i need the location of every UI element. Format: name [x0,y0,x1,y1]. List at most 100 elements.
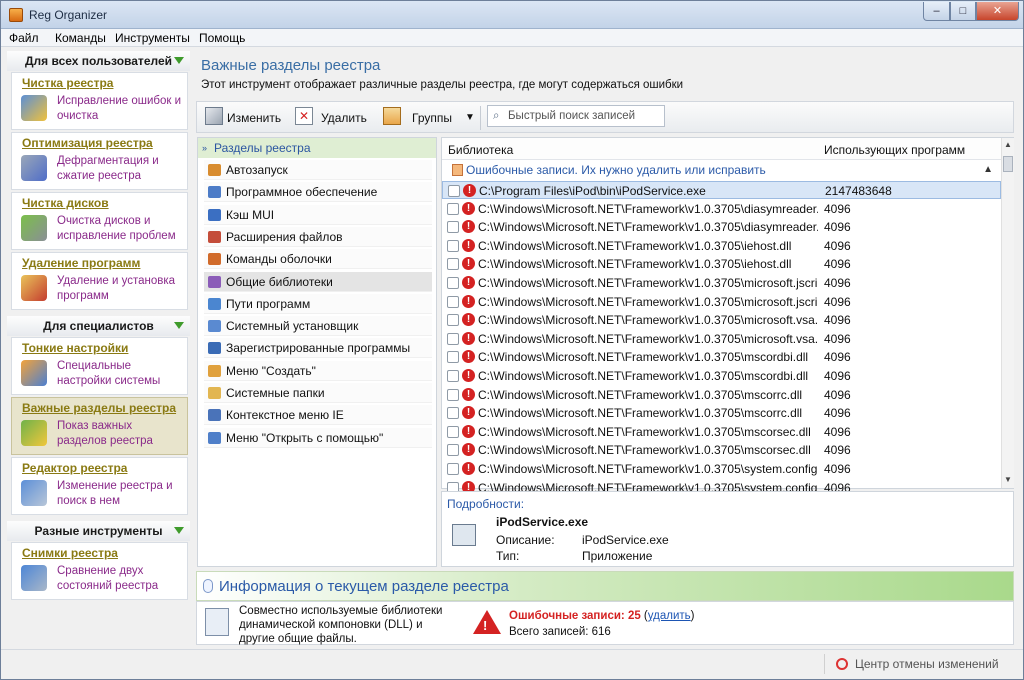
column-programs-count[interactable]: Использующих программ [824,143,965,157]
collapse-group-icon[interactable]: ▲ [983,161,993,179]
tool-disk-clean[interactable]: Чистка дисков Очистка дисков и исправлен… [11,192,188,250]
menu-file[interactable]: Файл [9,31,39,45]
scroll-thumb[interactable] [1003,156,1013,172]
section-misc-tools[interactable]: Разные инструменты [7,521,190,541]
tool-important-keys[interactable]: Важные разделы реестра Показ важных разд… [11,397,188,455]
table-row[interactable]: ! C:\Windows\Microsoft.NET\Framework\v1.0… [442,386,1001,404]
tool-title[interactable]: Чистка дисков [22,196,109,210]
groups-button[interactable]: Группы [412,109,452,127]
tool-title[interactable]: Оптимизация реестра [22,136,153,150]
category-item[interactable]: Меню "Создать" [204,360,432,381]
category-item[interactable]: Системные папки [204,383,432,403]
row-checkbox[interactable] [447,202,459,215]
tool-title[interactable]: Тонкие настройки [22,341,128,355]
menu-commands[interactable]: Команды [55,31,106,45]
row-checkbox[interactable] [447,463,459,475]
category-item[interactable]: Пути программ [204,293,432,314]
tool-desc[interactable]: Дефрагментация и сжатие реестра [57,154,185,184]
table-row[interactable]: ! C:\Windows\Microsoft.NET\Framework\v1.0… [442,293,1001,311]
table-row[interactable]: ! C:\Windows\Microsoft.NET\Framework\v1.0… [442,423,1001,441]
category-item[interactable]: Команды оболочки [204,249,432,270]
category-item[interactable]: Меню "Открыть с помощью" [204,427,432,448]
column-library[interactable]: Библиотека [448,143,513,157]
edit-button[interactable]: Изменить [227,109,281,127]
category-item[interactable]: Кэш MUI [204,204,432,225]
tool-registry-editor[interactable]: Редактор реестра Изменение реестра и пои… [11,457,188,515]
delete-button[interactable]: Удалить [321,109,367,127]
quick-search-input[interactable]: ⌕ Быстрый поиск записей [487,105,665,127]
scroll-down-icon[interactable]: ▼ [1004,475,1012,484]
section-all-users[interactable]: Для всех пользователей [7,51,190,71]
categories-header[interactable]: » Разделы реестра [198,138,436,158]
menu-tools[interactable]: Инструменты [115,31,190,45]
lightbulb-icon [203,579,213,593]
table-row[interactable]: ! C:\Windows\Microsoft.NET\Framework\v1.0… [442,330,1001,348]
table-row[interactable]: ! C:\Windows\Microsoft.NET\Framework\v1.0… [442,237,1001,255]
tool-title[interactable]: Удаление программ [22,256,140,270]
row-checkbox[interactable] [447,239,459,252]
table-row[interactable]: ! C:\Windows\Microsoft.NET\Framework\v1.0… [442,367,1001,385]
tool-desc[interactable]: Удаление и установка программ [57,274,185,304]
app-window: Reg Organizer – □ ✕ Файл Команды Инструм… [0,0,1024,680]
info-panel: Совместно используемые библиотеки динами… [196,601,1014,645]
close-button[interactable]: ✕ [976,2,1019,21]
table-row[interactable]: ! C:\Windows\Microsoft.NET\Framework\v1.0… [442,441,1001,459]
error-group-row[interactable]: Ошибочные записи. Их нужно удалить или и… [442,161,1001,179]
row-checkbox[interactable] [448,185,460,197]
table-row[interactable]: ! C:\Windows\Microsoft.NET\Framework\v1.0… [442,404,1001,422]
table-row[interactable]: ! C:\Windows\Microsoft.NET\Framework\v1.0… [442,274,1001,292]
programs-count: 4096 [824,201,851,216]
table-scrollbar[interactable]: ▲ ▼ [1001,138,1014,488]
category-item[interactable]: Программное обеспечение [204,182,432,203]
minimize-button[interactable]: – [923,2,950,21]
scroll-up-icon[interactable]: ▲ [1004,140,1012,149]
delete-errors-link[interactable]: удалить [648,610,691,622]
tool-title[interactable]: Редактор реестра [22,461,127,475]
row-checkbox[interactable] [447,370,459,382]
category-item[interactable]: Расширения файлов [204,226,432,247]
table-row[interactable]: ! C:\Windows\Microsoft.NET\Framework\v1.0… [442,348,1001,366]
tool-desc[interactable]: Сравнение двух состояний реестра [57,564,185,594]
groups-dropdown-icon[interactable]: ▼ [465,109,475,127]
table-row[interactable]: ! C:\Windows\Microsoft.NET\Framework\v1.0… [442,311,1001,329]
tool-tweaks[interactable]: Тонкие настройки Специальные настройки с… [11,337,188,395]
tool-registry-clean[interactable]: Чистка реестра Исправление ошибок и очис… [11,72,188,130]
tool-snapshots[interactable]: Снимки реестра Сравнение двух состояний … [11,542,188,600]
row-checkbox[interactable] [447,295,459,308]
category-item[interactable]: Зарегистрированные программы [204,338,432,359]
row-checkbox[interactable] [447,332,459,345]
tool-desc[interactable]: Изменение реестра и поиск в нем [57,479,185,509]
table-row[interactable]: ! C:\Windows\Microsoft.NET\Framework\v1.0… [442,460,1001,478]
tool-title[interactable]: Снимки реестра [22,546,118,560]
category-item[interactable]: Системный установщик [204,316,432,337]
tool-title[interactable]: Чистка реестра [22,76,113,90]
row-checkbox[interactable] [447,444,459,457]
menu-help[interactable]: Помощь [199,31,245,45]
table-row[interactable]: ! C:\Windows\Microsoft.NET\Framework\v1.0… [442,218,1001,236]
tool-desc[interactable]: Показ важных разделов реестра [57,419,185,449]
row-checkbox[interactable] [447,277,459,289]
row-checkbox[interactable] [447,314,459,327]
tool-desc[interactable]: Очистка дисков и исправление проблем [57,214,185,244]
table-row[interactable]: ! C:\Windows\Microsoft.NET\Framework\v1.0… [442,255,1001,273]
row-checkbox[interactable] [447,221,459,234]
tool-uninstall[interactable]: Удаление программ Удаление и установка п… [11,252,188,310]
section-label: Для специалистов [43,319,154,333]
row-checkbox[interactable] [447,388,459,401]
row-checkbox[interactable] [447,258,459,271]
tool-registry-optimize[interactable]: Оптимизация реестра Дефрагментация и сжа… [11,132,188,190]
undo-center-button[interactable]: Центр отмены изменений [824,654,1010,674]
row-checkbox[interactable] [447,351,459,364]
row-checkbox[interactable] [447,407,459,420]
tool-title[interactable]: Важные разделы реестра [22,401,176,415]
category-item[interactable]: Общие библиотеки [204,271,432,292]
tool-desc[interactable]: Исправление ошибок и очистка [57,94,185,124]
table-row[interactable]: ! C:\Program Files\iPod\bin\iPodService.e… [442,181,1001,199]
category-item[interactable]: Контекстное меню IE [204,405,432,426]
tool-desc[interactable]: Специальные настройки системы [57,359,185,389]
category-item[interactable]: Автозапуск [204,160,432,180]
table-row[interactable]: ! C:\Windows\Microsoft.NET\Framework\v1.0… [442,200,1001,218]
section-specialists[interactable]: Для специалистов [7,316,190,336]
row-checkbox[interactable] [447,425,459,438]
maximize-button[interactable]: □ [950,2,976,21]
